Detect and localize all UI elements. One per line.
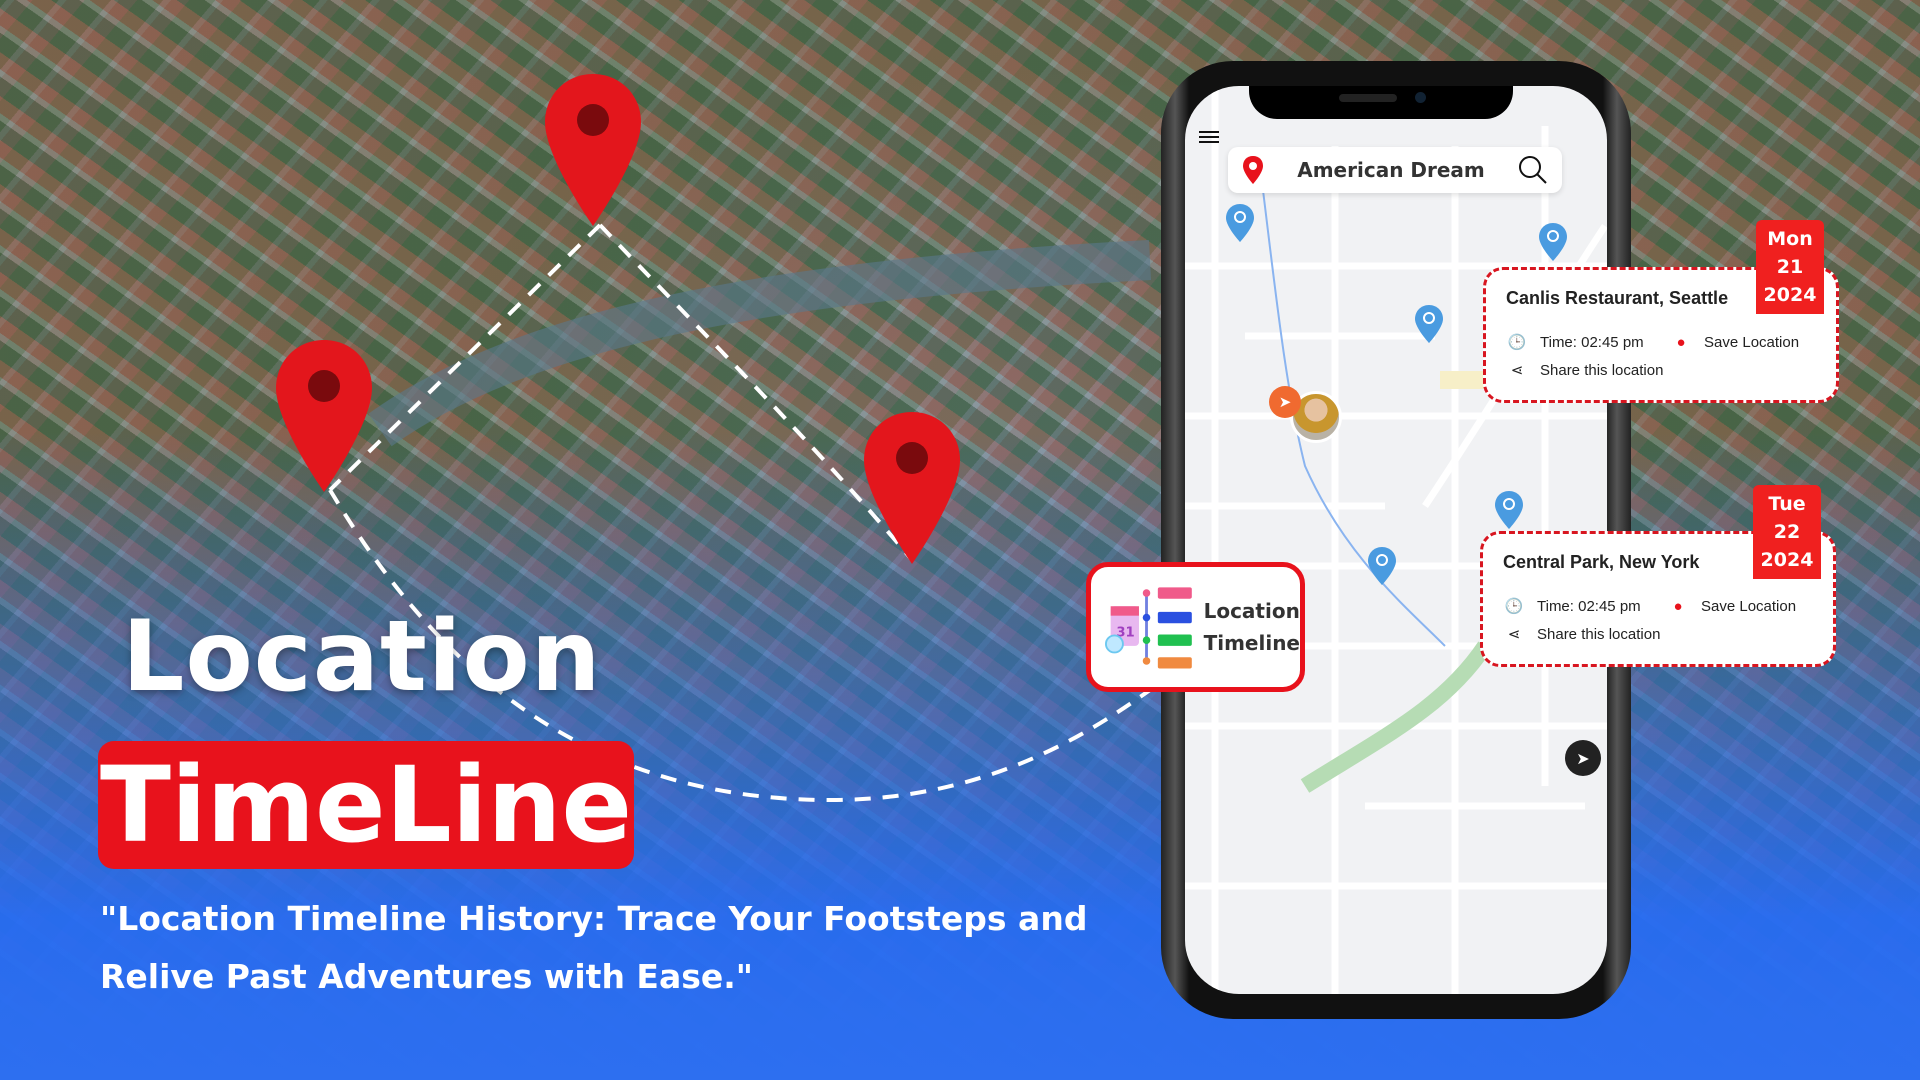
red-map-pin-icon <box>276 340 372 492</box>
search-bar[interactable]: American Dream <box>1228 147 1562 193</box>
label-location: Location <box>1203 599 1300 623</box>
map-pin-icon <box>1243 156 1263 184</box>
hero-title-timeline-banner: TimeLine <box>98 741 634 869</box>
location-timeline-label-box: 31 Location Timeline <box>1086 562 1305 692</box>
date-badge: Tue 22 2024 <box>1753 485 1821 579</box>
save-location-button[interactable]: Save Location <box>1704 334 1799 351</box>
date-year: 2024 <box>1763 284 1817 306</box>
date-day: Tue <box>1768 493 1806 515</box>
share-icon: ⋖ <box>1507 626 1521 643</box>
map-pin-icon: ● <box>1673 597 1683 615</box>
blue-map-pin-icon[interactable] <box>1494 490 1524 530</box>
save-location-button[interactable]: Save Location <box>1701 598 1796 615</box>
clock-icon: 🕒 <box>1507 334 1527 351</box>
date-year: 2024 <box>1760 549 1814 571</box>
timeline-calendar-icon: 31 <box>1105 587 1192 669</box>
my-location-button[interactable]: ➤ <box>1565 740 1601 776</box>
blue-map-pin-icon[interactable] <box>1225 203 1255 243</box>
date-number: 21 <box>1776 256 1804 278</box>
blue-map-pin-icon[interactable] <box>1414 304 1444 344</box>
visit-time: Time: 02:45 pm <box>1537 597 1641 615</box>
red-map-pin-icon <box>864 412 960 564</box>
red-map-pin-icon <box>545 74 641 226</box>
date-day: Mon <box>1767 228 1813 250</box>
search-icon[interactable] <box>1518 155 1548 185</box>
date-number: 22 <box>1773 521 1801 543</box>
river <box>368 240 1152 447</box>
hamburger-menu-icon[interactable] <box>1199 128 1219 146</box>
search-input[interactable]: American Dream <box>1264 158 1518 182</box>
blue-map-pin-icon[interactable] <box>1367 546 1397 586</box>
visit-time: Time: 02:45 pm <box>1540 333 1644 351</box>
share-icon: ⋖ <box>1510 362 1524 379</box>
phone-notch <box>1249 86 1513 119</box>
hero-title-location: Location <box>122 600 602 714</box>
share-location-button[interactable]: Share this location <box>1540 362 1663 379</box>
map-pin-icon: ● <box>1676 333 1686 351</box>
label-timeline: Timeline <box>1203 631 1300 655</box>
hero-title-timeline: TimeLine <box>100 744 632 866</box>
clock-icon: 🕒 <box>1504 598 1524 615</box>
navigation-arrow-icon[interactable]: ➤ <box>1269 386 1301 418</box>
share-location-button[interactable]: Share this location <box>1537 626 1660 643</box>
blue-map-pin-icon[interactable] <box>1538 222 1568 262</box>
tagline: "Location Timeline History: Trace Your F… <box>100 899 1088 996</box>
date-badge: Mon 21 2024 <box>1756 220 1824 314</box>
